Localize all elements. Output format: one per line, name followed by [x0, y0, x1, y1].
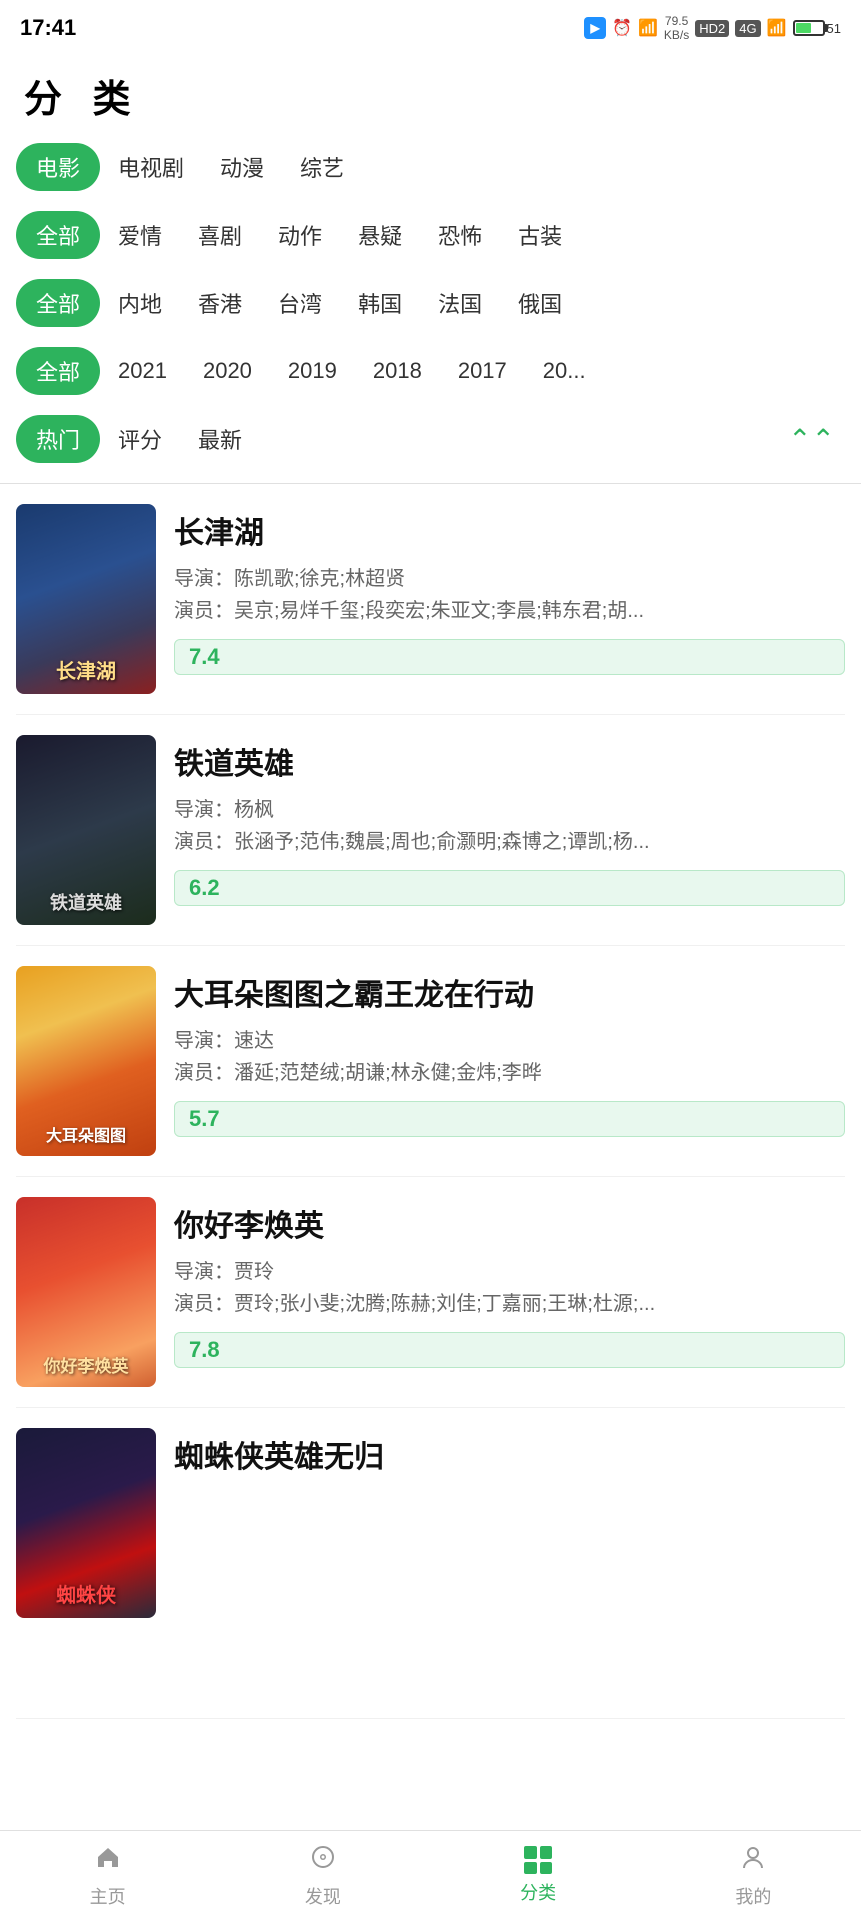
nav-item-home[interactable]: 主页	[0, 1843, 215, 1909]
status-bar: 17:41 ▶ ⏰ 📶 79.5KB/s HD2 4G 📶 51	[0, 0, 861, 52]
movie-rating-changjinhu: 7.4	[174, 639, 845, 675]
filter-genre-costume[interactable]: 古装	[500, 211, 580, 259]
movie-item-zhizhu[interactable]: 蜘蛛侠英雄无归	[16, 1408, 845, 1719]
movie-rating-tiedao: 6.2	[174, 870, 845, 906]
filter-genre-romance[interactable]: 爱情	[100, 211, 180, 259]
filter-sort-rating[interactable]: 评分	[100, 415, 180, 463]
movie-title-changjinhu: 长津湖	[174, 508, 845, 552]
alarm-icon: ⏰	[612, 18, 632, 38]
movie-list: 长津湖 导演：陈凯歌;徐克;林超贤 演员：吴京;易烊千玺;段奕宏;朱亚文;李晨;…	[0, 484, 861, 1719]
filter-region-tw[interactable]: 台湾	[260, 279, 340, 327]
movie-actors-tiedao: 演员：张涵予;范伟;魏晨;周也;俞灏明;森博之;谭凯;杨...	[174, 828, 845, 856]
battery-indicator: 51	[793, 20, 841, 36]
filter-year-2020[interactable]: 2020	[185, 350, 270, 392]
filter-sort-newest[interactable]: 最新	[180, 415, 260, 463]
page-title: 分 类	[0, 52, 861, 143]
nav-item-discover[interactable]: 发现	[215, 1843, 430, 1909]
movie-title-daer: 大耳朵图图之霸王龙在行动	[174, 970, 845, 1014]
discover-icon	[309, 1843, 337, 1878]
filter-genre-active[interactable]: 全部	[16, 211, 100, 259]
movie-poster-changjinhu	[16, 504, 156, 694]
status-time: 17:41	[20, 15, 76, 41]
filter-genre-horror[interactable]: 恐怖	[420, 211, 500, 259]
filter-region-mainland[interactable]: 内地	[100, 279, 180, 327]
filter-region-russia[interactable]: 俄国	[500, 279, 580, 327]
movie-actors-changjinhu: 演员：吴京;易烊千玺;段奕宏;朱亚文;李晨;韩东君;胡...	[174, 597, 845, 625]
nav-item-profile[interactable]: 我的	[646, 1843, 861, 1909]
hd2-badge: HD2	[695, 20, 729, 37]
filter-year-2019[interactable]: 2019	[270, 350, 355, 392]
filter-section: 电影 电视剧 动漫 综艺 全部 爱情 喜剧 动作 悬疑 恐怖 古装 全部 内地 …	[0, 143, 861, 463]
movie-item-nihao[interactable]: 你好李焕英 导演：贾玲 演员：贾玲;张小斐;沈腾;陈赫;刘佳;丁嘉丽;王琳;杜源…	[16, 1177, 845, 1408]
nav-label-home: 主页	[90, 1883, 126, 1909]
filter-year-2017[interactable]: 2017	[440, 350, 525, 392]
movie-director-nihao: 导演：贾玲	[174, 1255, 845, 1284]
filter-type-anime[interactable]: 动漫	[202, 143, 282, 191]
filter-row-type: 电影 电视剧 动漫 综艺	[16, 143, 845, 191]
5g-signal: 📶	[767, 18, 787, 38]
movie-poster-nihao	[16, 1197, 156, 1387]
collapse-filter-icon[interactable]: ⌃⌃	[788, 423, 845, 456]
bottom-nav: 主页 发现 分类 我的	[0, 1830, 861, 1920]
movie-poster-zhizhu	[16, 1428, 156, 1618]
filter-genre-mystery[interactable]: 悬疑	[340, 211, 420, 259]
movie-info-changjinhu: 长津湖 导演：陈凯歌;徐克;林超贤 演员：吴京;易烊千玺;段奕宏;朱亚文;李晨;…	[174, 504, 845, 694]
filter-year-2021[interactable]: 2021	[100, 350, 185, 392]
movie-director-tiedao: 导演：杨枫	[174, 793, 845, 822]
movie-title-tiedao: 铁道英雄	[174, 739, 845, 783]
filter-genre-comedy[interactable]: 喜剧	[180, 211, 260, 259]
profile-icon	[739, 1843, 767, 1878]
filter-type-variety[interactable]: 综艺	[282, 143, 362, 191]
movie-title-zhizhu: 蜘蛛侠英雄无归	[174, 1432, 845, 1476]
movie-title-nihao: 你好李焕英	[174, 1201, 845, 1245]
filter-row-region: 全部 内地 香港 台湾 韩国 法国 俄国	[16, 279, 845, 327]
category-icon	[524, 1846, 552, 1874]
filter-row-sort: 热门 评分 最新 ⌃⌃	[16, 415, 845, 463]
filter-year-2018[interactable]: 2018	[355, 350, 440, 392]
movie-director-changjinhu: 导演：陈凯歌;徐克;林超贤	[174, 562, 845, 591]
movie-item-tiedao[interactable]: 铁道英雄 导演：杨枫 演员：张涵予;范伟;魏晨;周也;俞灏明;森博之;谭凯;杨.…	[16, 715, 845, 946]
nav-label-discover: 发现	[305, 1883, 341, 1909]
status-icons: ▶ ⏰ 📶 79.5KB/s HD2 4G 📶 51	[584, 14, 841, 43]
movie-director-daer: 导演：速达	[174, 1024, 845, 1053]
filter-row-year: 全部 2021 2020 2019 2018 2017 20...	[16, 347, 845, 395]
nav-item-category[interactable]: 分类	[431, 1846, 646, 1905]
filter-region-korea[interactable]: 韩国	[340, 279, 420, 327]
movie-poster-daer	[16, 966, 156, 1156]
filter-region-active[interactable]: 全部	[16, 279, 100, 327]
movie-info-tiedao: 铁道英雄 导演：杨枫 演员：张涵予;范伟;魏晨;周也;俞灏明;森博之;谭凯;杨.…	[174, 735, 845, 925]
4g-badge: 4G	[735, 20, 760, 37]
movie-rating-daer: 5.7	[174, 1101, 845, 1137]
movie-info-nihao: 你好李焕英 导演：贾玲 演员：贾玲;张小斐;沈腾;陈赫;刘佳;丁嘉丽;王琳;杜源…	[174, 1197, 845, 1387]
movie-item-daer[interactable]: 大耳朵图图之霸王龙在行动 导演：速达 演员：潘延;范楚绒;胡谦;林永健;金炜;李…	[16, 946, 845, 1177]
filter-region-hk[interactable]: 香港	[180, 279, 260, 327]
network-speed: 79.5KB/s	[664, 14, 689, 43]
nav-label-profile: 我的	[735, 1883, 771, 1909]
filter-genre-action[interactable]: 动作	[260, 211, 340, 259]
filter-year-more[interactable]: 20...	[525, 350, 604, 392]
filter-type-active[interactable]: 电影	[16, 143, 100, 191]
filter-row-genre: 全部 爱情 喜剧 动作 悬疑 恐怖 古装	[16, 211, 845, 259]
movie-item-changjinhu[interactable]: 长津湖 导演：陈凯歌;徐克;林超贤 演员：吴京;易烊千玺;段奕宏;朱亚文;李晨;…	[16, 484, 845, 715]
signal-icon: 📶	[638, 18, 658, 38]
nav-label-category: 分类	[520, 1879, 556, 1905]
filter-year-active[interactable]: 全部	[16, 347, 100, 395]
movie-info-daer: 大耳朵图图之霸王龙在行动 导演：速达 演员：潘延;范楚绒;胡谦;林永健;金炜;李…	[174, 966, 845, 1156]
movie-rating-nihao: 7.8	[174, 1332, 845, 1368]
movie-actors-daer: 演员：潘延;范楚绒;胡谦;林永健;金炜;李晔	[174, 1059, 845, 1087]
filter-sort-active[interactable]: 热门	[16, 415, 100, 463]
movie-info-zhizhu: 蜘蛛侠英雄无归	[174, 1428, 845, 1618]
home-icon	[94, 1843, 122, 1878]
app-icon-blue: ▶	[584, 17, 606, 39]
filter-region-france[interactable]: 法国	[420, 279, 500, 327]
movie-actors-nihao: 演员：贾玲;张小斐;沈腾;陈赫;刘佳;丁嘉丽;王琳;杜源;...	[174, 1290, 845, 1318]
movie-poster-tiedao	[16, 735, 156, 925]
filter-type-tv[interactable]: 电视剧	[100, 143, 202, 191]
